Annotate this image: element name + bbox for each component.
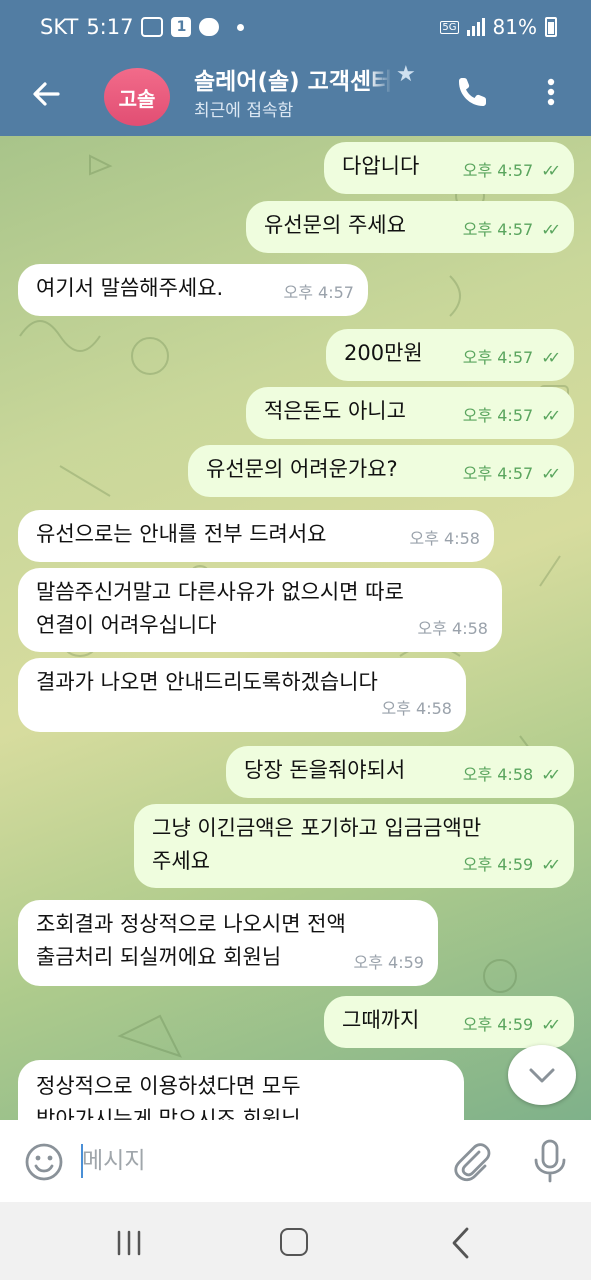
message-time: 오후 4:59 (353, 953, 424, 972)
home-icon[interactable] (280, 1228, 308, 1256)
message-bubble-out[interactable]: 적은돈도 아니고 오후 4:57 ✓✓ (246, 387, 574, 439)
message-text: 결과가 나오면 안내드리도록하겠습니다 (36, 670, 378, 694)
message-bubble-out[interactable]: 그냥 이긴금액은 포기하고 입금금액만 주세요 오후 4:59 ✓✓ (134, 804, 574, 888)
message-time: 오후 4:58 (409, 529, 480, 548)
message-text: 당장 돈을줘야되서 (244, 758, 406, 782)
notification-count-badge: 1 (171, 17, 192, 37)
message-text: 여기서 말씀해주세요. (36, 276, 224, 300)
chat-header: 고솔 솔레어(솔) 고객센터 ★ 최근에 접속함 (0, 56, 591, 136)
message-time: 오후 4:57 (462, 220, 534, 239)
message-text: 200만원 (344, 341, 423, 365)
message-text: 조회결과 정상적으로 나오시면 전액 출금처리 되실꺼에요 회원님 (36, 912, 346, 969)
read-checkmarks-icon: ✓✓ (541, 161, 561, 180)
read-checkmarks-icon: ✓✓ (541, 1015, 561, 1034)
microphone-icon[interactable] (530, 1138, 570, 1184)
chevron-down-icon (529, 1068, 555, 1083)
message-time: 오후 4:57 (462, 161, 534, 180)
message-meta: 오후 4:57 (284, 276, 354, 309)
message-bubble-out[interactable]: 유선문의 주세요 오후 4:57 ✓✓ (246, 201, 574, 253)
status-bar: SKT 5:17 1 5G 81% (0, 0, 591, 56)
message-bubble-in[interactable]: 결과가 나오면 안내드리도록하겠습니다 오후 4:58 (18, 658, 466, 732)
chat-title[interactable]: 솔레어(솔) 고객센터 (194, 62, 392, 96)
message-meta: 오후 4:58 (418, 612, 488, 645)
read-checkmarks-icon: ✓✓ (541, 765, 561, 784)
phone-icon[interactable] (455, 74, 491, 110)
read-checkmarks-icon: ✓✓ (541, 220, 561, 239)
message-bubble-out[interactable]: 그때까지 오후 4:59 ✓✓ (324, 996, 574, 1048)
status-left: SKT 5:17 1 (40, 15, 245, 39)
message-text: 그때까지 (342, 1008, 420, 1032)
message-meta: 오후 4:58 (410, 522, 480, 555)
message-bubble-out[interactable]: 다압니다 오후 4:57 ✓✓ (324, 142, 574, 194)
message-meta: 오후 4:59 (354, 946, 424, 979)
message-meta: 오후 4:57 ✓✓ (462, 399, 561, 432)
network-type-icon: 5G (440, 20, 459, 34)
read-checkmarks-icon: ✓✓ (541, 406, 561, 425)
battery-percent: 81% (492, 15, 537, 39)
recent-apps-icon[interactable] (114, 1230, 144, 1256)
read-checkmarks-icon: ✓✓ (541, 855, 561, 874)
message-text: 적은돈도 아니고 (264, 399, 406, 423)
more-vertical-icon[interactable] (536, 74, 566, 110)
message-time: 오후 4:58 (417, 619, 488, 638)
chat-area[interactable]: 다압니다 오후 4:57 ✓✓ 유선문의 주세요 오후 4:57 ✓✓ 여기서 말씀… (0, 136, 591, 1120)
carrier-label: SKT (40, 15, 79, 39)
message-composer (0, 1120, 591, 1202)
message-meta: 오후 4:59 ✓✓ (462, 848, 561, 881)
message-bubble-in[interactable]: 말씀주신거말고 다른사유가 없으시면 따로 연결이 어려우십니다 오후 4:58 (18, 568, 502, 652)
back-arrow-icon[interactable] (28, 74, 68, 114)
chat-status: 최근에 접속함 (194, 101, 294, 121)
avatar[interactable]: 고솔 (104, 68, 170, 126)
message-bubble-in[interactable]: 유선으로는 안내를 전부 드려서요 오후 4:58 (18, 510, 494, 562)
status-right: 5G 81% (440, 15, 557, 39)
message-meta: 오후 4:58 (382, 692, 452, 725)
clock: 5:17 (86, 15, 134, 39)
message-meta: 오후 4:57 ✓✓ (462, 457, 561, 490)
message-text: 말씀주신거말고 다른사유가 없으시면 따로 연결이 어려우십니다 (36, 580, 404, 637)
message-time: 오후 4:58 (462, 765, 534, 784)
message-meta: 오후 4:57 ✓✓ (462, 154, 561, 187)
read-checkmarks-icon: ✓✓ (541, 348, 561, 367)
paperclip-icon[interactable] (452, 1140, 492, 1184)
message-bubble-in[interactable]: 정상적으로 이용하셨다면 모두 받아가시는게 맞으시죠 회원님 (18, 1060, 464, 1120)
message-bubble-out[interactable]: 200만원 오후 4:57 ✓✓ (326, 329, 574, 381)
message-time: 오후 4:59 (462, 1015, 534, 1034)
message-time: 오후 4:59 (462, 855, 534, 874)
message-input[interactable] (82, 1138, 412, 1184)
signal-icon (466, 18, 485, 36)
scroll-down-button[interactable] (508, 1045, 576, 1105)
system-nav-bar (0, 1202, 591, 1280)
message-bubble-out[interactable]: 당장 돈을줘야되서 오후 4:58 ✓✓ (226, 746, 574, 798)
message-text: 유선문의 주세요 (264, 213, 406, 237)
message-text: 정상적으로 이용하셨다면 모두 받아가시는게 맞으시죠 회원님 (36, 1074, 301, 1120)
message-meta: 오후 4:58 ✓✓ (462, 758, 561, 791)
nav-back-icon[interactable] (448, 1226, 474, 1260)
message-meta: 오후 4:57 ✓✓ (462, 213, 561, 246)
message-text: 유선문의 어려운가요? (206, 457, 398, 481)
message-meta: 오후 4:57 ✓✓ (462, 341, 561, 374)
emoji-icon[interactable] (24, 1142, 64, 1182)
gallery-notification-icon (141, 17, 164, 37)
message-bubble-out[interactable]: 유선문의 어려운가요? 오후 4:57 ✓✓ (188, 445, 574, 497)
star-icon: ★ (396, 62, 416, 87)
message-text: 다압니다 (342, 154, 420, 178)
chat-notification-icon (199, 18, 220, 36)
message-bubble-in[interactable]: 조회결과 정상적으로 나오시면 전액 출금처리 되실꺼에요 회원님 오후 4:5… (18, 900, 438, 986)
message-time: 오후 4:57 (462, 464, 534, 483)
read-checkmarks-icon: ✓✓ (541, 464, 561, 483)
message-bubble-in[interactable]: 여기서 말씀해주세요. 오후 4:57 (18, 264, 368, 316)
message-text: 그냥 이긴금액은 포기하고 입금금액만 주세요 (152, 816, 482, 873)
message-time: 오후 4:58 (381, 699, 452, 718)
message-time: 오후 4:57 (462, 406, 534, 425)
message-text: 유선으로는 안내를 전부 드려서요 (36, 522, 327, 546)
message-time: 오후 4:57 (283, 283, 354, 302)
message-meta: 오후 4:59 ✓✓ (462, 1008, 561, 1041)
more-notifications-dot-icon (237, 23, 245, 31)
message-time: 오후 4:57 (462, 348, 534, 367)
battery-icon (545, 17, 557, 37)
